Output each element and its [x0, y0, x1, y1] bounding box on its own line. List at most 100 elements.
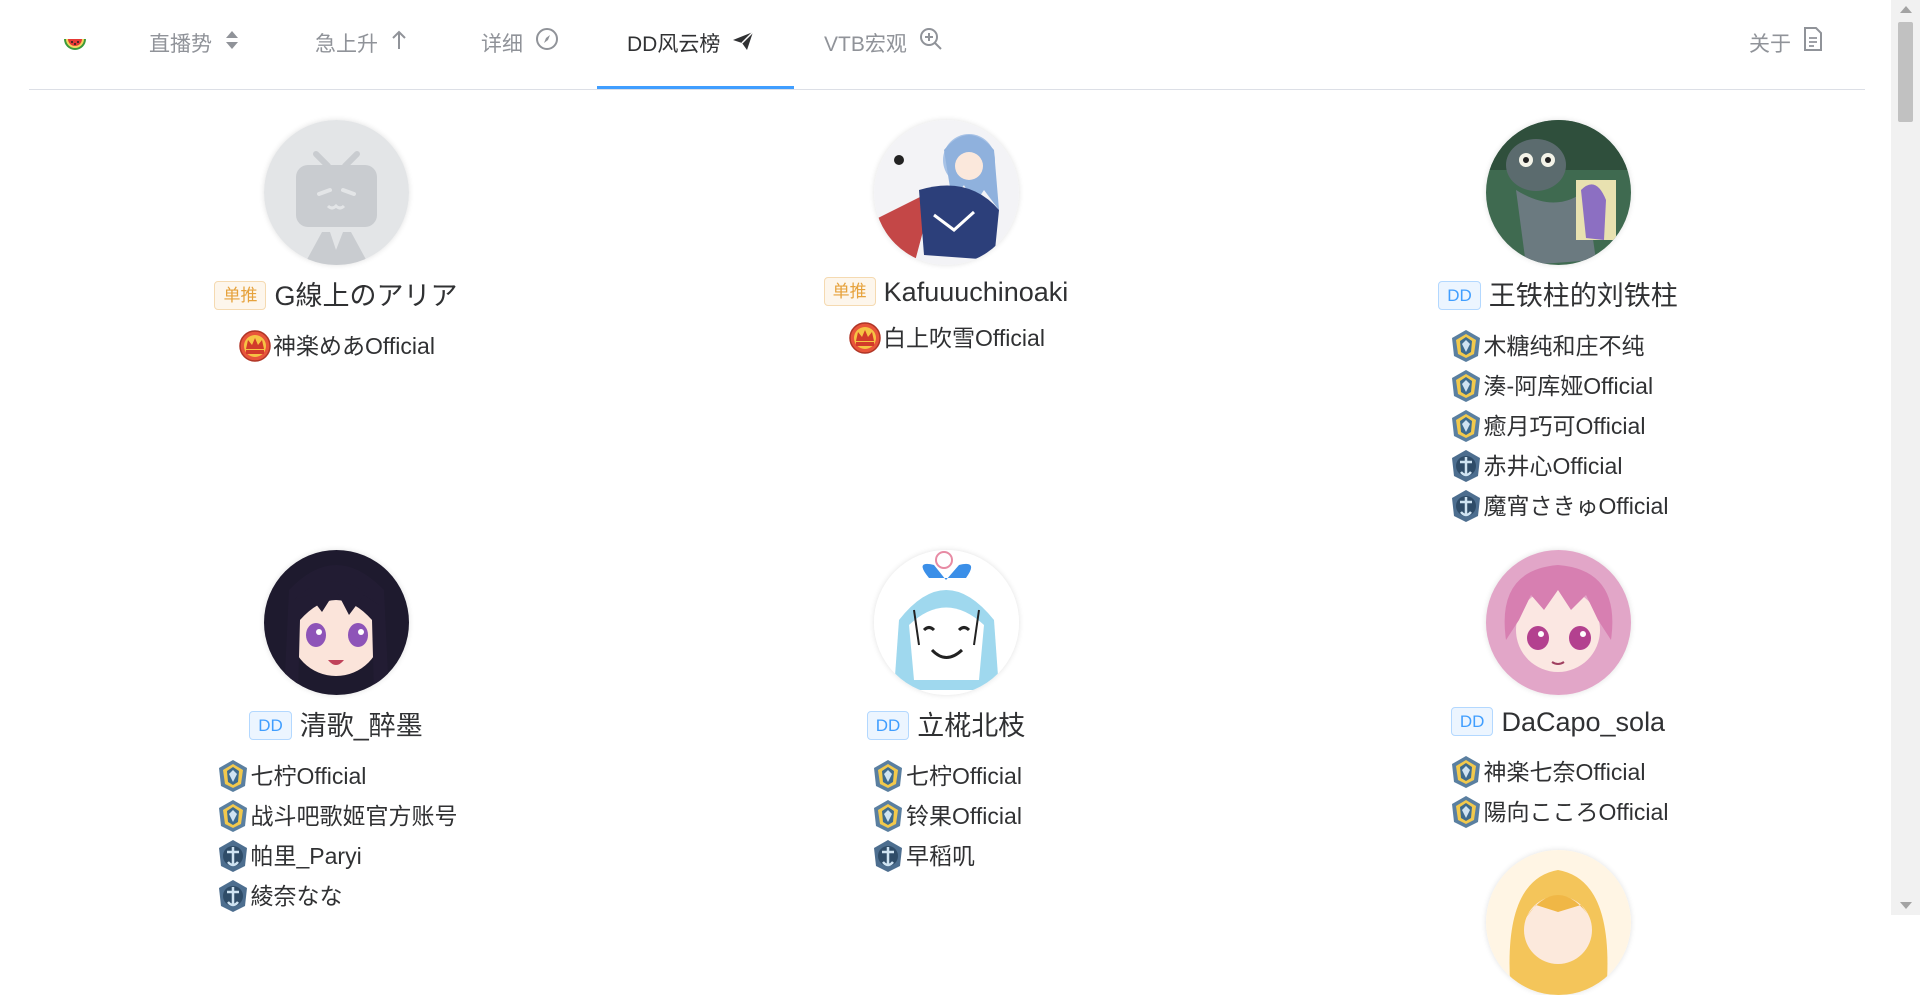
nav-rising[interactable]: 急上升	[315, 0, 408, 90]
user-name-link[interactable]: 清歌_醉墨	[300, 711, 423, 741]
list-item[interactable]: 赤井心Official	[1448, 446, 1669, 486]
followed-vtuber-list: 白上吹雪Official	[847, 318, 1045, 358]
followed-vtuber-list: 神楽めあOfficial	[237, 326, 435, 366]
vtuber-name: 七柠Official	[250, 763, 367, 789]
avatar[interactable]	[1485, 550, 1631, 695]
list-item[interactable]: 木糖纯和庄不纯	[1448, 326, 1669, 366]
vtuber-name: 癒月巧可Official	[1483, 413, 1646, 439]
user-name-line: 单推 G線上のアリア	[76, 276, 596, 316]
type-badge: 单推	[823, 277, 876, 307]
nav-live-power-label: 直播势	[149, 33, 212, 56]
sort-updown-icon	[224, 0, 240, 90]
avatar[interactable]	[263, 550, 409, 695]
dd-user-card: DD 清歌_醉墨七柠Official 战斗吧歌姬官方账号帕里_Paryi 綾奈なな	[76, 550, 596, 916]
nav-detail-label: 详细	[481, 33, 523, 56]
admiral-medal-icon	[1448, 794, 1484, 830]
user-name-link[interactable]: Kafuuuchinoaki	[884, 277, 1069, 307]
followed-vtuber-list: 神楽七奈Official 陽向こころOfficial	[1448, 752, 1669, 832]
dd-user-card: DD 立椛北枝七柠Official 铃果Official 早稻叽	[686, 550, 1206, 876]
vtuber-name: 綾奈なな	[250, 883, 343, 909]
admiral-medal-icon	[215, 798, 251, 834]
list-item[interactable]: 战斗吧歌姬官方账号	[215, 796, 458, 836]
nav-dd-ranking-label: DD风云榜	[627, 33, 721, 56]
vtuber-name: 魔宵さきゅOfficial	[1483, 493, 1669, 519]
user-name-link[interactable]: DaCapo_sola	[1501, 707, 1665, 737]
type-badge: DD	[866, 711, 910, 741]
avatar[interactable]	[873, 120, 1019, 265]
dd-user-card: DD 王铁柱的刘铁柱木糖纯和庄不纯湊-阿库娅Official 癒月巧可Officia…	[1298, 120, 1818, 526]
avatar[interactable]	[873, 550, 1019, 695]
nav-about-label: 关于	[1749, 33, 1791, 56]
vtuber-name: 战斗吧歌姬官方账号	[250, 803, 458, 829]
list-item[interactable]: 湊-阿库娅Official	[1448, 366, 1669, 406]
list-item[interactable]: 早稻叽	[870, 836, 1022, 876]
avatar[interactable]	[1486, 850, 1631, 995]
dd-user-card: DD DaCapo_sola 神楽七奈Official 陽向こころOfficial	[1298, 550, 1818, 832]
crown-medal-icon	[237, 328, 273, 364]
list-item[interactable]: 魔宵さきゅOfficial	[1448, 486, 1669, 526]
nav-rising-label: 急上升	[315, 33, 378, 56]
list-item[interactable]: 白上吹雪Official	[847, 318, 1045, 358]
scroll-thumb[interactable]	[1898, 22, 1913, 122]
admiral-medal-icon	[1448, 408, 1484, 444]
scroll-up-arrow-icon[interactable]	[1900, 6, 1912, 13]
captain-medal-icon	[215, 838, 251, 874]
compass-icon	[535, 0, 559, 90]
scroll-down-arrow-icon[interactable]	[1900, 902, 1912, 909]
list-item[interactable]: 铃果Official	[870, 796, 1022, 836]
user-name-line: DD DaCapo_sola	[1298, 702, 1818, 742]
avatar[interactable]	[263, 120, 409, 265]
dd-user-card: 单推 Kafuuuchinoaki 白上吹雪Official	[686, 120, 1206, 358]
list-item[interactable]: 綾奈なな	[215, 876, 458, 916]
page-scrollbar[interactable]	[1891, 0, 1920, 915]
type-badge: DD	[1438, 281, 1481, 311]
list-item[interactable]: 七柠Official	[215, 756, 458, 796]
type-badge: DD	[1450, 707, 1494, 737]
admiral-medal-icon	[1448, 368, 1484, 404]
list-item[interactable]: 神楽七奈Official	[1448, 752, 1669, 792]
nav-detail[interactable]: 详细	[481, 0, 559, 90]
captain-medal-icon	[870, 838, 906, 874]
type-badge: DD	[249, 711, 292, 741]
vtuber-name: 七柠Official	[906, 763, 1022, 789]
active-tab-underline	[597, 86, 794, 89]
admiral-medal-icon	[1448, 754, 1484, 790]
nav-dd-ranking[interactable]: DD风云榜	[627, 0, 754, 90]
captain-medal-icon	[215, 878, 251, 914]
list-item[interactable]: 七柠Official	[870, 756, 1022, 796]
list-item[interactable]: 陽向こころOfficial	[1448, 792, 1668, 832]
list-item[interactable]: 帕里_Paryi	[215, 836, 458, 876]
vtuber-name: 早稻叽	[906, 843, 976, 869]
user-name-link[interactable]: G線上のアリア	[274, 281, 457, 311]
nav-vtb-macro[interactable]: VTB宏观	[824, 0, 943, 90]
user-name-line: 单推 Kafuuuchinoaki	[686, 272, 1206, 312]
user-name-line: DD 清歌_醉墨	[76, 706, 596, 746]
list-item[interactable]: 神楽めあOfficial	[237, 326, 435, 366]
nav-vtb-macro-label: VTB宏观	[824, 33, 907, 56]
paper-plane-icon	[732, 0, 754, 90]
list-item[interactable]: 癒月巧可Official	[1448, 406, 1669, 446]
avatar[interactable]	[1485, 120, 1631, 265]
crown-medal-icon	[847, 320, 883, 356]
vtuber-name: 木糖纯和庄不纯	[1483, 333, 1645, 359]
vtuber-name: 神楽七奈Official	[1483, 759, 1646, 785]
admiral-medal-icon	[870, 798, 906, 834]
vtuber-name: 赤井心Official	[1483, 453, 1623, 479]
admiral-medal-icon	[215, 758, 251, 794]
admiral-medal-icon	[1448, 328, 1484, 364]
vtuber-name: 白上吹雪Official	[883, 325, 1045, 351]
nav-about[interactable]: 关于	[1749, 0, 1823, 90]
vtuber-name: 神楽めあOfficial	[273, 333, 435, 359]
watermelon-logo-icon[interactable]	[61, 30, 89, 58]
followed-vtuber-list: 七柠Official 战斗吧歌姬官方账号帕里_Paryi 綾奈なな	[215, 756, 458, 916]
top-nav: 直播势 急上升 详细 DD风云榜 VTB宏观 关于	[29, 0, 1865, 90]
type-badge: 单推	[214, 281, 267, 311]
user-name-link[interactable]: 立椛北枝	[917, 711, 1025, 741]
captain-medal-icon	[1448, 488, 1484, 524]
zoom-in-icon	[919, 0, 943, 90]
nav-live-power[interactable]: 直播势	[149, 0, 240, 90]
followed-vtuber-list: 木糖纯和庄不纯湊-阿库娅Official 癒月巧可Official 赤井心Offic…	[1448, 326, 1669, 526]
followed-vtuber-list: 七柠Official 铃果Official 早稻叽	[870, 756, 1022, 876]
captain-medal-icon	[1448, 448, 1484, 484]
user-name-link[interactable]: 王铁柱的刘铁柱	[1489, 281, 1678, 311]
